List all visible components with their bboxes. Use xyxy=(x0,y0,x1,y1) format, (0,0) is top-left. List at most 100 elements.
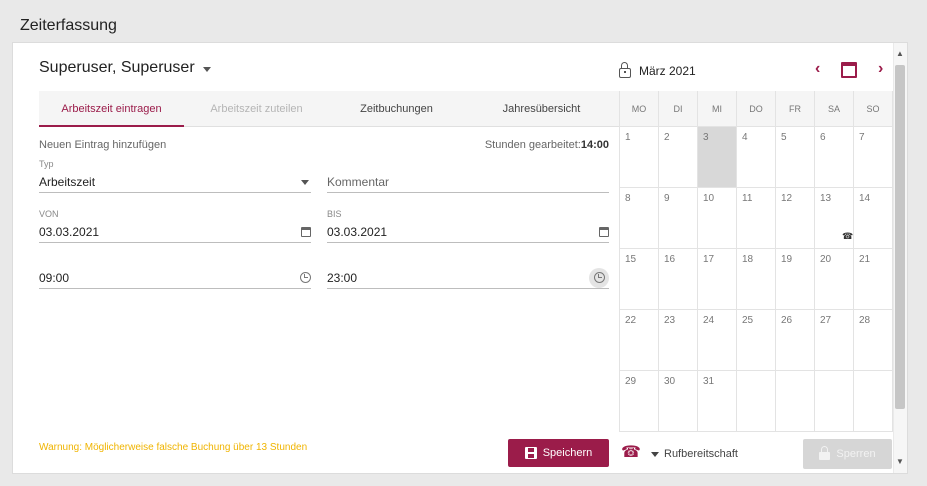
calendar-week: 8 9 10 11 12 13 ☎ 14 xyxy=(620,188,893,249)
from-date-input[interactable]: 03.03.2021 xyxy=(39,221,311,243)
calendar-day[interactable]: 15 xyxy=(620,249,659,310)
tab-zeitbuchungen[interactable]: Zeitbuchungen xyxy=(329,91,464,126)
tab-bar: Arbeitszeit eintragen Arbeitszeit zuteil… xyxy=(39,91,619,127)
user-select[interactable]: Superuser, Superuser xyxy=(39,59,211,77)
hours-worked-value: 14:00 xyxy=(580,139,609,151)
to-time-input[interactable]: 23:00 xyxy=(327,267,609,289)
from-date-value: 03.03.2021 xyxy=(39,224,100,239)
chevron-right-icon[interactable]: › xyxy=(878,60,883,78)
to-date-label: BIS xyxy=(327,209,342,219)
calendar-day[interactable]: 16 xyxy=(659,249,698,310)
weekday-mo: MO xyxy=(620,91,659,127)
clock-icon[interactable] xyxy=(300,272,311,283)
clock-button[interactable] xyxy=(589,267,609,288)
chevron-down-icon xyxy=(202,66,211,72)
tab-jahresuebersicht[interactable]: Jahresübersicht xyxy=(464,91,619,126)
calendar-day-empty xyxy=(815,371,854,432)
calendar-day[interactable]: 11 xyxy=(737,188,776,249)
lock-button: Sperren xyxy=(803,439,892,469)
calendar-day[interactable]: 7 xyxy=(854,127,893,188)
to-date-value: 03.03.2021 xyxy=(327,224,388,239)
calendar-day[interactable]: 12 xyxy=(776,188,815,249)
calendar-day[interactable]: 18 xyxy=(737,249,776,310)
calendar-week: 1 2 3 4 5 6 7 xyxy=(620,127,893,188)
calendar-day[interactable]: 29 xyxy=(620,371,659,432)
save-icon xyxy=(524,447,537,459)
tab-arbeitszeit-zuteilen: Arbeitszeit zuteilen xyxy=(210,102,303,115)
on-call-select[interactable]: Rufbereitschaft xyxy=(651,448,738,460)
type-label: Typ xyxy=(39,159,54,169)
hours-worked-label: Stunden gearbeitet: xyxy=(484,139,581,151)
scrollbar-thumb[interactable] xyxy=(895,65,905,409)
calendar-day[interactable]: 17 xyxy=(698,249,737,310)
phone-icon[interactable]: ☎ xyxy=(621,445,641,461)
calendar-day[interactable]: 4 xyxy=(737,127,776,188)
tab-arbeitszeit-eintragen[interactable]: Arbeitszeit eintragen xyxy=(39,91,184,127)
app-title: Zeiterfassung xyxy=(20,17,117,34)
calendar-day[interactable]: 23 xyxy=(659,310,698,371)
calendar-day[interactable]: 25 xyxy=(737,310,776,371)
from-time-input[interactable]: 09:00 xyxy=(39,267,311,289)
calendar-week: 15 16 17 18 19 20 21 xyxy=(620,249,893,310)
save-button[interactable]: Speichern xyxy=(508,439,609,467)
calendar-day[interactable]: 5 xyxy=(776,127,815,188)
to-time-value: 23:00 xyxy=(327,270,358,285)
type-field: Typ Arbeitszeit xyxy=(39,159,311,193)
calendar-day-empty xyxy=(737,371,776,432)
weekday-so: SO xyxy=(854,91,893,127)
calendar-day[interactable]: 28 xyxy=(854,310,893,371)
calendar-day-number: 13 xyxy=(820,193,832,204)
calendar-day[interactable]: 27 xyxy=(815,310,854,371)
weekday-sa: SA xyxy=(815,91,854,127)
new-entry-label: Neuen Eintrag hinzufügen xyxy=(39,139,167,151)
calendar-day-on-call[interactable]: 13 ☎ xyxy=(815,188,854,249)
weekday-mi: MI xyxy=(698,91,737,127)
lock-button-label: Sperren xyxy=(836,448,876,460)
scroll-down-icon[interactable]: ▼ xyxy=(896,457,904,466)
chevron-down-icon xyxy=(651,451,659,457)
calendar-day[interactable]: 8 xyxy=(620,188,659,249)
calendar-day[interactable]: 14 xyxy=(854,188,893,249)
to-time-field: 23:00 xyxy=(327,267,609,289)
warning-message: Warnung: Möglicherweise falsche Buchung … xyxy=(39,442,308,453)
calendar-day[interactable]: 31 xyxy=(698,371,737,432)
chevron-down-icon xyxy=(301,180,309,185)
calendar-day[interactable]: 10 xyxy=(698,188,737,249)
calendar-day[interactable]: 21 xyxy=(854,249,893,310)
calendar-day-empty xyxy=(776,371,815,432)
calendar-day[interactable]: 1 xyxy=(620,127,659,188)
calendar-day[interactable]: 30 xyxy=(659,371,698,432)
calendar-grid: MO DI MI DO FR SA SO 1 2 3 4 5 6 7 8 9 1… xyxy=(619,91,893,432)
type-select[interactable]: Arbeitszeit xyxy=(39,171,311,193)
phone-icon: ☎ xyxy=(842,231,854,241)
calendar-day[interactable]: 24 xyxy=(698,310,737,371)
from-date-field: VON 03.03.2021 xyxy=(39,209,311,243)
to-date-input[interactable]: 03.03.2021 xyxy=(327,221,609,243)
from-time-field: 09:00 xyxy=(39,267,311,289)
weekday-fr: FR xyxy=(776,91,815,127)
save-button-label: Speichern xyxy=(542,447,593,459)
calendar-month: März 2021 xyxy=(639,64,696,78)
calendar-day[interactable]: 2 xyxy=(659,127,698,188)
comment-input[interactable]: Kommentar xyxy=(327,171,609,193)
calendar-today-icon[interactable] xyxy=(841,62,857,78)
calendar-header: März 2021 ‹ › xyxy=(619,59,889,83)
calendar-day[interactable]: 26 xyxy=(776,310,815,371)
calendar-day[interactable]: 9 xyxy=(659,188,698,249)
calendar-icon[interactable] xyxy=(301,226,311,237)
lock-icon xyxy=(819,446,831,460)
calendar-day[interactable]: 6 xyxy=(815,127,854,188)
user-name: Superuser, Superuser xyxy=(39,59,195,76)
calendar-week: 22 23 24 25 26 27 28 xyxy=(620,310,893,371)
calendar-day[interactable]: 20 xyxy=(815,249,854,310)
calendar-day[interactable]: 19 xyxy=(776,249,815,310)
chevron-left-icon[interactable]: ‹ xyxy=(815,60,820,78)
unlock-icon[interactable] xyxy=(619,62,631,78)
calendar-icon[interactable] xyxy=(599,226,609,237)
calendar-day[interactable]: 22 xyxy=(620,310,659,371)
type-value: Arbeitszeit xyxy=(39,174,96,189)
calendar-day-selected[interactable]: 3 xyxy=(698,127,737,188)
scroll-up-icon[interactable]: ▲ xyxy=(896,49,904,58)
clock-icon xyxy=(593,272,605,283)
to-date-field: BIS 03.03.2021 xyxy=(327,209,609,243)
